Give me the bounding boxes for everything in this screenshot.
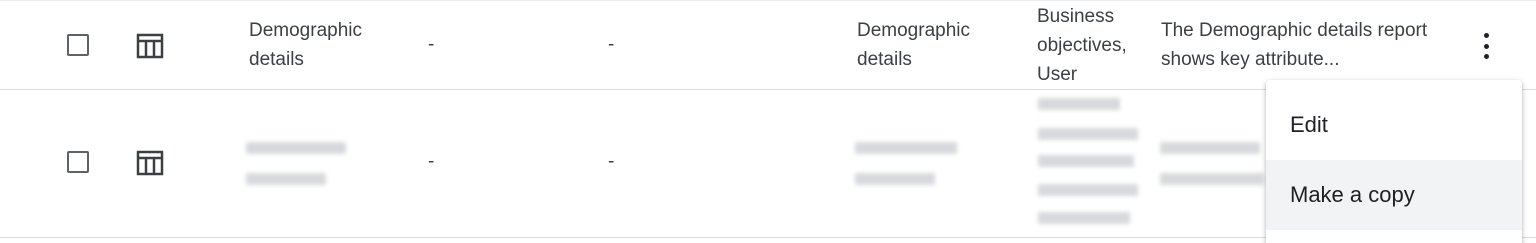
col-2-value: - xyxy=(428,34,435,55)
redacted-category xyxy=(855,173,935,185)
row-actions-menu: Edit Make a copy xyxy=(1266,80,1522,243)
report-tags: Business objectives, User xyxy=(1037,6,1127,85)
redacted-tags xyxy=(1038,98,1120,110)
menu-item-make-a-copy[interactable]: Make a copy xyxy=(1266,160,1522,230)
row-checkbox[interactable] xyxy=(67,151,89,173)
table-row[interactable]: Demographic details - - Demographic deta… xyxy=(0,0,1536,90)
redacted-tags xyxy=(1038,184,1138,196)
redacted-tags xyxy=(1038,155,1134,167)
more-vert-icon[interactable] xyxy=(1476,31,1496,61)
redacted-tags xyxy=(1038,128,1138,140)
col-3-value: - xyxy=(608,34,615,55)
row-checkbox[interactable] xyxy=(67,34,89,56)
table-report-icon xyxy=(136,150,164,176)
redacted-report-name xyxy=(246,142,346,154)
report-category: Demographic details xyxy=(857,20,970,70)
redacted-category xyxy=(855,142,957,154)
col-3-value: - xyxy=(608,151,615,172)
redacted-report-name xyxy=(246,173,326,185)
redacted-tags xyxy=(1038,212,1130,224)
report-name[interactable]: Demographic details xyxy=(249,16,409,74)
redacted-description xyxy=(1160,142,1260,154)
reports-table: Demographic details - - Demographic deta… xyxy=(0,0,1536,243)
table-report-icon xyxy=(136,33,164,59)
report-description: The Demographic details report shows key… xyxy=(1161,20,1428,70)
col-2-value: - xyxy=(428,151,435,172)
menu-item-edit[interactable]: Edit xyxy=(1266,90,1522,160)
redacted-description xyxy=(1160,173,1264,185)
